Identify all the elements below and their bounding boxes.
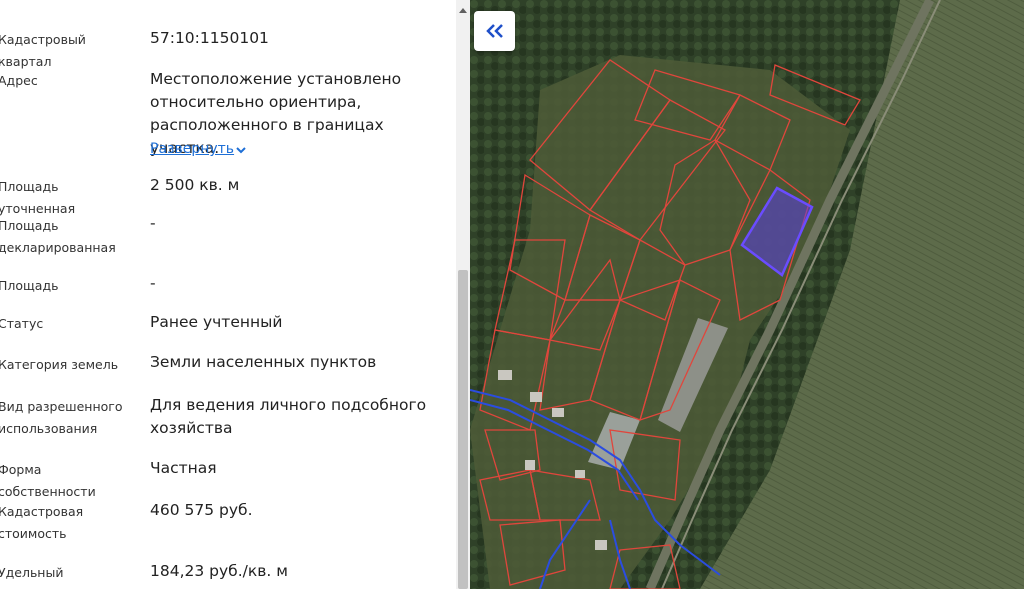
value-ownership: Частная — [150, 459, 217, 477]
value-cadastral-quarter: 57:10:1150101 — [150, 29, 269, 47]
info-panel: Кадастровый квартал 57:10:1150101 Адрес … — [0, 0, 456, 589]
value-area: - — [150, 274, 156, 292]
address-line-2: относительно ориентира, — [150, 93, 362, 111]
label-permitted-use-line-2: использования — [0, 421, 98, 436]
label-area-declared-line-1: Площадь — [0, 218, 59, 233]
label-cadastral-value-line-2: стоимость — [0, 526, 67, 541]
value-permitted-use-line-1: Для ведения личного подсобного — [150, 396, 427, 414]
value-area-refined: 2 500 кв. м — [150, 176, 240, 194]
triangle-up-icon[interactable] — [456, 2, 470, 18]
value-specific-indicator: 184,23 руб./кв. м — [150, 562, 288, 580]
label-land-category: Категория земель — [0, 357, 119, 372]
value-status: Ранее учтенный — [150, 313, 283, 331]
label-specific-indicator: Удельный показатель — [0, 565, 74, 589]
label-permitted-use: Вид разрешенного использования — [0, 396, 138, 440]
value-permitted-use-line-2: хозяйства — [150, 419, 233, 437]
label-area: Площадь — [0, 278, 59, 293]
label-address: Адрес — [0, 73, 38, 88]
address-line-1: Местоположение установлено — [150, 70, 402, 88]
panel-scrollbar[interactable] — [456, 0, 470, 589]
chevron-down-icon[interactable] — [234, 143, 248, 157]
label-cadastral-value-line-1: Кадастровая — [0, 504, 84, 519]
scrollbar-thumb[interactable] — [458, 270, 468, 589]
label-cadastral-quarter: Кадастровый квартал — [0, 32, 86, 69]
label-area-refined: Площадь уточненная — [0, 179, 76, 216]
value-area-declared: - — [150, 214, 156, 232]
expand-address-link[interactable]: Развернуть — [150, 141, 234, 157]
clipped-row — [0, 0, 3, 4]
label-cadastral-value: Кадастровая стоимость — [0, 501, 138, 545]
map-view[interactable] — [470, 0, 1024, 589]
label-permitted-use-line-1: Вид разрешенного — [0, 399, 123, 414]
value-cadastral-value: 460 575 руб. — [150, 501, 253, 519]
label-area-declared: Площадь декларированная — [0, 215, 138, 259]
collapse-panel-button[interactable] — [474, 11, 515, 51]
double-chevron-left-icon — [486, 24, 503, 38]
label-ownership: Форма собственности — [0, 462, 96, 499]
satellite-map[interactable] — [470, 0, 1024, 589]
label-status: Статус — [0, 316, 44, 331]
label-area-declared-line-2: декларированная — [0, 240, 116, 255]
value-permitted-use: Для ведения личного подсобного хозяйства — [150, 394, 450, 440]
value-land-category: Земли населенных пунктов — [150, 353, 377, 371]
